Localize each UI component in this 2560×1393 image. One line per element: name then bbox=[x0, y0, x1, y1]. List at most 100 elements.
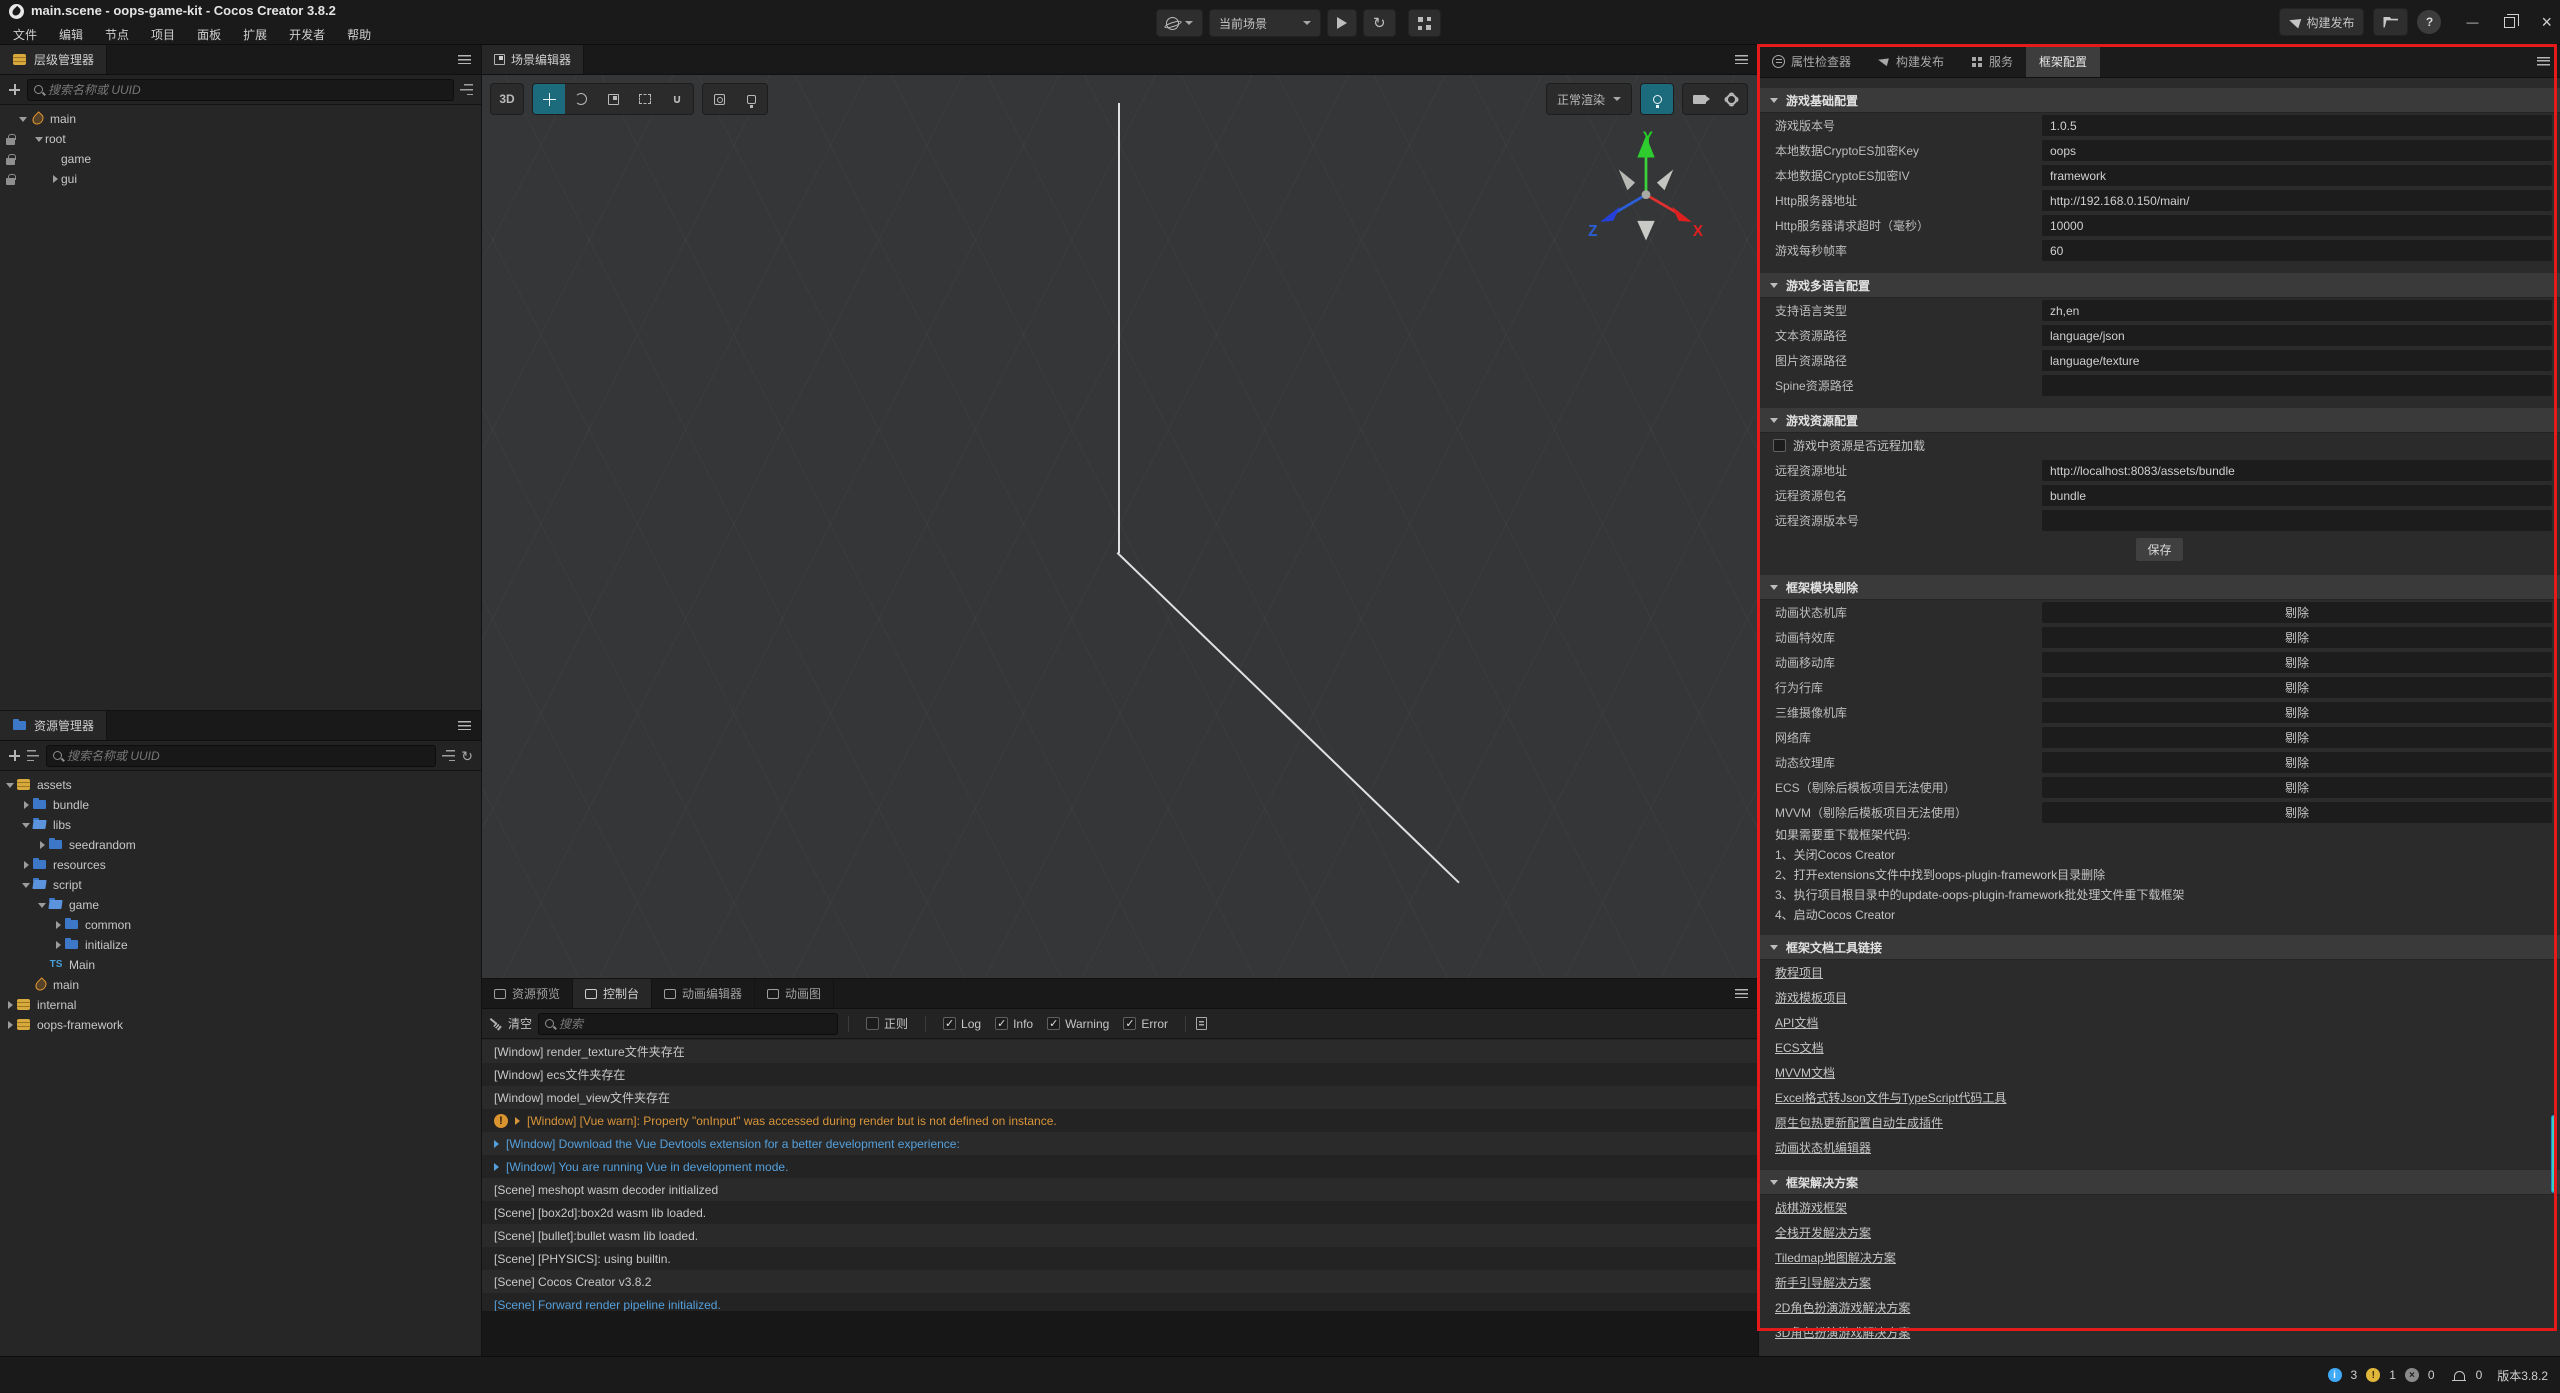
remove-button[interactable]: 剔除 bbox=[2042, 627, 2552, 648]
tree-row[interactable]: script bbox=[0, 875, 481, 895]
chevron-down-icon[interactable] bbox=[36, 903, 48, 908]
field-input[interactable] bbox=[2042, 510, 2552, 531]
scene-menu-icon[interactable] bbox=[1735, 55, 1748, 64]
help-button[interactable]: ? bbox=[2417, 10, 2441, 34]
restore-button[interactable] bbox=[2504, 17, 2515, 28]
doc-link[interactable]: ECS文档 bbox=[1775, 1039, 1824, 1056]
build-publish-button[interactable]: 构建发布 bbox=[2279, 8, 2364, 36]
menu-item[interactable]: 帮助 bbox=[336, 23, 382, 46]
console-row[interactable]: [Window] Download the Vue Devtools exten… bbox=[482, 1132, 1758, 1155]
remove-button[interactable]: 剔除 bbox=[2042, 777, 2552, 798]
assets-searchbox[interactable] bbox=[46, 745, 436, 767]
scene-settings-button[interactable] bbox=[1715, 84, 1747, 114]
remove-button[interactable]: 剔除 bbox=[2042, 802, 2552, 823]
doc-link[interactable]: 新手引导解决方案 bbox=[1775, 1274, 1871, 1291]
chevron-right-icon[interactable] bbox=[52, 941, 64, 949]
inspector-tab-构建发布[interactable]: 构建发布 bbox=[1864, 45, 1957, 77]
field-input[interactable] bbox=[2042, 375, 2552, 396]
console-menu-icon[interactable] bbox=[1735, 989, 1748, 998]
remove-button[interactable]: 剔除 bbox=[2042, 727, 2552, 748]
expand-chevron-icon[interactable] bbox=[515, 1114, 520, 1128]
chevron-down-icon[interactable] bbox=[33, 137, 45, 142]
doc-link[interactable]: 2D角色扮演游戏解决方案 bbox=[1775, 1299, 1910, 1316]
remove-button[interactable]: 剔除 bbox=[2042, 602, 2552, 623]
field-input[interactable]: language/json bbox=[2042, 325, 2552, 346]
checkbox-warning[interactable] bbox=[1047, 1017, 1060, 1030]
doc-link[interactable]: MVVM文档 bbox=[1775, 1064, 1835, 1081]
chevron-down-icon[interactable] bbox=[17, 117, 29, 122]
filter-error[interactable]: Error bbox=[1123, 1017, 1168, 1031]
console-tab-资源预览[interactable]: 资源预览 bbox=[482, 979, 573, 1008]
remote-load-checkbox-row[interactable]: 游戏中资源是否远程加载 bbox=[1759, 433, 2560, 458]
filter-warning[interactable]: Warning bbox=[1047, 1017, 1109, 1031]
preview-target-button[interactable] bbox=[1156, 9, 1203, 37]
expand-chevron-icon[interactable] bbox=[494, 1137, 499, 1151]
gizmo-pivot-button[interactable] bbox=[703, 84, 735, 114]
tree-row[interactable]: main bbox=[0, 109, 481, 129]
create-node-button[interactable] bbox=[8, 83, 21, 96]
expand-chevron-icon[interactable] bbox=[494, 1160, 499, 1174]
open-project-folder-button[interactable] bbox=[2373, 8, 2408, 36]
tree-row[interactable]: seedrandom bbox=[0, 835, 481, 855]
section-header[interactable]: 框架文档工具链接 bbox=[1759, 934, 2560, 960]
bell-icon[interactable] bbox=[2454, 1371, 2465, 1380]
remove-button[interactable]: 剔除 bbox=[2042, 702, 2552, 723]
mode-3d-button[interactable]: 3D bbox=[491, 84, 523, 114]
info-count-icon[interactable]: i bbox=[2328, 1368, 2342, 1382]
filter-info[interactable]: Info bbox=[995, 1017, 1033, 1031]
refresh-icon[interactable]: ↻ bbox=[461, 749, 473, 763]
chevron-right-icon[interactable] bbox=[20, 801, 32, 809]
ui-tool-button[interactable]: ∪ bbox=[661, 84, 693, 114]
hierarchy-search-input[interactable] bbox=[48, 83, 447, 97]
tree-row[interactable]: game bbox=[0, 149, 481, 169]
field-input[interactable]: 60 bbox=[2042, 240, 2552, 261]
section-header[interactable]: 游戏资源配置 bbox=[1759, 407, 2560, 433]
field-input[interactable]: zh,en bbox=[2042, 300, 2552, 321]
tree-row[interactable]: main bbox=[0, 975, 481, 995]
scene-selector-dropdown[interactable]: 当前场景 bbox=[1209, 9, 1321, 37]
tree-row[interactable]: assets bbox=[0, 775, 481, 795]
gizmo-space-button[interactable] bbox=[735, 84, 767, 114]
doc-link[interactable]: Tiledmap地图解决方案 bbox=[1775, 1249, 1896, 1266]
reload-button[interactable]: ↻ bbox=[1363, 9, 1396, 37]
tree-row[interactable]: resources bbox=[0, 855, 481, 875]
chevron-right-icon[interactable] bbox=[4, 1021, 16, 1029]
axis-gizmo[interactable]: Y X Z bbox=[1586, 127, 1706, 247]
section-header[interactable]: 框架解决方案 bbox=[1759, 1169, 2560, 1195]
hierarchy-tab[interactable]: 层级管理器 bbox=[0, 45, 107, 74]
console-tab-控制台[interactable]: 控制台 bbox=[573, 979, 652, 1008]
section-header[interactable]: 游戏基础配置 bbox=[1759, 87, 2560, 113]
doc-link[interactable]: 全栈开发解决方案 bbox=[1775, 1224, 1871, 1241]
console-row[interactable]: ![Window] [Vue warn]: Property "onInput"… bbox=[482, 1109, 1758, 1132]
chevron-right-icon[interactable] bbox=[49, 175, 61, 183]
scene-editor-tab[interactable]: 场景编辑器 bbox=[482, 45, 584, 74]
warning-count-icon[interactable]: ! bbox=[2366, 1368, 2380, 1382]
regex-checkbox[interactable]: 正则 bbox=[866, 1015, 908, 1032]
doc-link[interactable]: 3D角色扮演游戏解决方案 bbox=[1775, 1324, 1910, 1341]
inspector-tab-框架配置[interactable]: 框架配置 bbox=[2026, 45, 2100, 77]
console-row[interactable]: [Scene] [box2d]:box2d wasm lib loaded. bbox=[482, 1201, 1758, 1224]
console-row[interactable]: [Window] render_texture文件夹存在 bbox=[482, 1040, 1758, 1063]
camera-settings-button[interactable] bbox=[1683, 84, 1715, 114]
console-row[interactable]: [Window] model_view文件夹存在 bbox=[482, 1086, 1758, 1109]
rect-tool-button[interactable] bbox=[629, 84, 661, 114]
filter-log[interactable]: Log bbox=[943, 1017, 981, 1031]
lighting-toggle-button[interactable] bbox=[1641, 84, 1673, 114]
checkbox-log[interactable] bbox=[943, 1017, 956, 1030]
doc-link[interactable]: 战棋游戏框架 bbox=[1775, 1199, 1847, 1216]
move-tool-button[interactable] bbox=[533, 84, 565, 114]
close-button[interactable]: × bbox=[2541, 12, 2552, 33]
tree-row[interactable]: bundle bbox=[0, 795, 481, 815]
console-row[interactable]: [Scene] meshopt wasm decoder initialized bbox=[482, 1178, 1758, 1201]
menu-item[interactable]: 开发者 bbox=[278, 23, 336, 46]
preview-qr-button[interactable] bbox=[1408, 9, 1441, 37]
create-asset-button[interactable] bbox=[8, 749, 21, 762]
chevron-right-icon[interactable] bbox=[4, 1001, 16, 1009]
console-searchbox[interactable] bbox=[538, 1013, 838, 1035]
remove-button[interactable]: 剔除 bbox=[2042, 752, 2552, 773]
menu-item[interactable]: 文件 bbox=[2, 23, 48, 46]
section-header[interactable]: 框架模块剔除 bbox=[1759, 574, 2560, 600]
field-input[interactable]: 10000 bbox=[2042, 215, 2552, 236]
tree-row[interactable]: root bbox=[0, 129, 481, 149]
hierarchy-filter-icon[interactable] bbox=[460, 84, 473, 95]
